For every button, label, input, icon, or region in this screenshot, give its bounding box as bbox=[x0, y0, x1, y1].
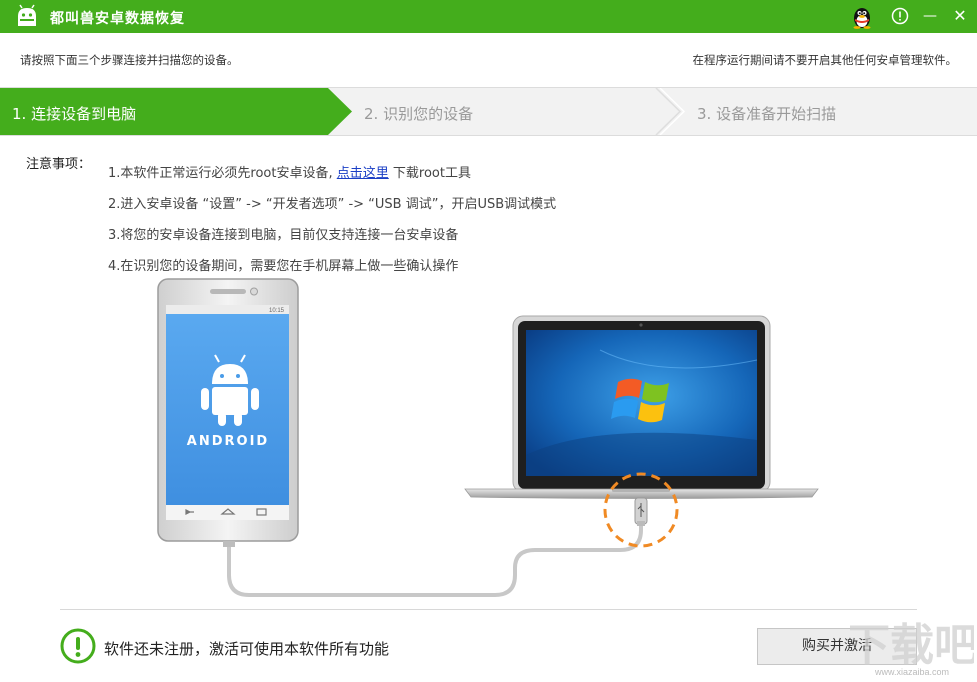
laptop-icon bbox=[464, 315, 819, 499]
registration-message: 软件还未注册，激活可使用本软件所有功能 bbox=[104, 640, 390, 658]
watermark-logo: 下载吧 www.xiazaiba.com bbox=[850, 620, 974, 677]
watermark-url: www.xiazaiba.com bbox=[874, 667, 949, 677]
phone-status-time: 10:15 bbox=[269, 308, 285, 314]
usb-plug-icon bbox=[634, 497, 648, 526]
android-phone-icon: 10:15 ANDROID bbox=[157, 278, 299, 547]
android-brand-text: ANDROID bbox=[187, 434, 269, 449]
alert-info-icon bbox=[60, 628, 96, 664]
watermark-text: 下载吧 bbox=[850, 620, 974, 671]
footer-divider bbox=[60, 609, 917, 610]
connection-illustration: 10:15 ANDROID bbox=[157, 278, 819, 597]
app-window: 都叫兽安卓数据恢复 — ✕ 请按照下面三个步骤连接并扫描您的设备。 在程序运行期… bbox=[0, 0, 977, 682]
